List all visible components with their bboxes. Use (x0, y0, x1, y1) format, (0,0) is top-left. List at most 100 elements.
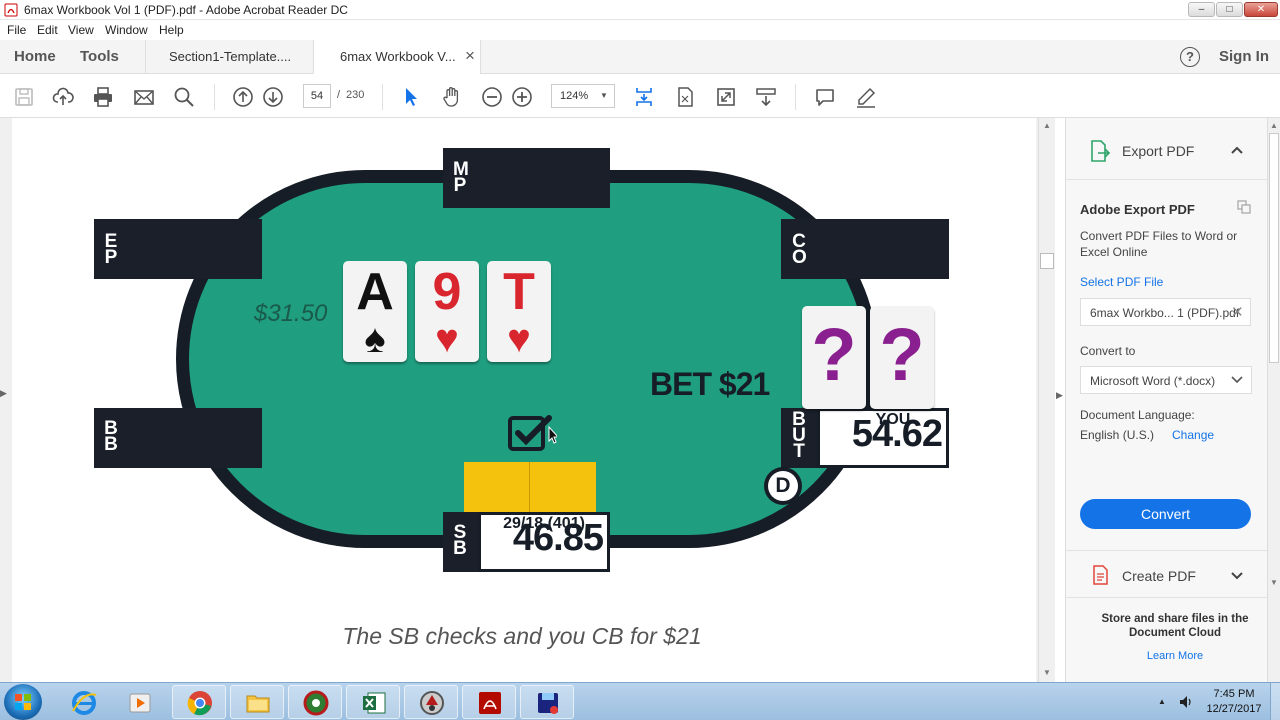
clock[interactable]: 7:45 PM 12/27/2017 (1200, 687, 1268, 717)
comment-icon[interactable] (814, 86, 836, 108)
save-app-icon (538, 693, 558, 714)
seat-bb-letter: B (104, 434, 118, 455)
tab-home[interactable]: Home (14, 48, 56, 65)
excel-icon (363, 692, 386, 714)
create-pdf-header[interactable]: Create PDF (1066, 550, 1268, 598)
menu-help[interactable]: Help (159, 23, 184, 37)
adobe-export-heading: Adobe Export PDF (1080, 202, 1195, 217)
create-pdf-title: Create PDF (1122, 568, 1196, 584)
scroll-mode-icon[interactable] (633, 86, 655, 108)
seat-but: B U T YOU 54.62 (781, 408, 949, 468)
taskbar-poker-client[interactable] (404, 685, 458, 719)
chevron-down-icon[interactable] (1230, 571, 1244, 581)
page-number-input[interactable]: 54 (303, 84, 331, 108)
zoom-in-icon[interactable] (511, 86, 533, 108)
tab-document-section1[interactable]: Section1-Template.... (145, 40, 313, 74)
chevron-up-icon[interactable] (1230, 145, 1244, 155)
seat-sb-letter: B (453, 538, 467, 559)
change-language-link[interactable]: Change (1172, 428, 1214, 442)
taskbar-media[interactable] (112, 685, 166, 719)
sb-stack: 46.85 (512, 517, 604, 559)
menu-window[interactable]: Window (105, 23, 148, 37)
search-icon[interactable] (173, 86, 195, 108)
scroll-up-icon[interactable]: ▲ (1043, 121, 1051, 130)
menu-bar: File Edit View Window Help (0, 20, 1280, 40)
clock-time: 7:45 PM (1213, 688, 1255, 700)
taskbar-excel[interactable] (346, 685, 400, 719)
hand-icon[interactable] (441, 86, 463, 108)
format-select[interactable]: Microsoft Word (*.docx) (1080, 366, 1252, 394)
zoom-select[interactable]: 124% ▼ (551, 84, 615, 108)
taskbar-ie[interactable] (56, 685, 110, 719)
chevron-down-icon: ▼ (600, 91, 608, 100)
tab-close-icon[interactable]: × (465, 46, 475, 66)
print-icon[interactable] (92, 86, 114, 108)
right-panel-toggle-icon[interactable]: ▶ (1056, 390, 1063, 401)
help-icon[interactable]: ? (1180, 47, 1200, 67)
document-language-label: Document Language: (1080, 408, 1195, 422)
volume-icon[interactable] (1178, 694, 1194, 710)
select-icon[interactable] (400, 86, 422, 108)
menu-edit[interactable]: Edit (37, 23, 58, 37)
document-scrollbar[interactable]: ▲ ▼ (1038, 118, 1055, 682)
toolbar-separator (795, 84, 796, 110)
scroll-down-icon[interactable]: ▼ (1043, 668, 1051, 677)
seat-but-letter: T (793, 441, 805, 462)
close-button[interactable]: ✕ (1244, 2, 1278, 17)
chrome-icon (187, 691, 212, 716)
seat-bb: B B (94, 408, 262, 468)
sb-stack-box: 29/18 (401) 46.85 (478, 512, 610, 572)
start-button[interactable] (4, 684, 42, 720)
upload-icon[interactable] (52, 86, 74, 108)
export-pdf-header[interactable]: Export PDF (1066, 118, 1268, 180)
menu-view[interactable]: View (68, 23, 94, 37)
maximize-button[interactable]: □ (1216, 2, 1243, 17)
save-icon[interactable] (13, 86, 35, 108)
learn-more-link[interactable]: Learn More (1090, 650, 1260, 662)
tools-pane-scrollbar[interactable]: ▲ ▼ (1267, 118, 1280, 682)
read-mode-icon[interactable] (755, 86, 777, 108)
seat-sb: S B 29/18 (401) 46.85 (443, 512, 610, 572)
full-screen-icon[interactable] (715, 86, 737, 108)
scroll-up-icon[interactable]: ▲ (1270, 121, 1278, 130)
export-pdf-title: Export PDF (1122, 143, 1195, 159)
acrobat-app-icon (4, 3, 18, 17)
clear-icon[interactable]: ✕ (1231, 303, 1244, 321)
scroll-down-icon[interactable]: ▼ (1270, 578, 1278, 587)
board-card: T ♥ (487, 261, 551, 362)
seat-mp-letter: P (453, 175, 467, 196)
show-desktop-button[interactable] (1270, 683, 1280, 720)
taskbar-chrome[interactable] (172, 685, 226, 719)
page-down-icon[interactable] (262, 86, 284, 108)
tray-expand-icon[interactable]: ▲ (1158, 697, 1166, 706)
page-up-icon[interactable] (232, 86, 254, 108)
selected-file-field[interactable]: 6max Workbo... 1 (PDF).pdf ✕ (1080, 298, 1251, 326)
left-panel-toggle-icon[interactable]: ▶ (0, 388, 10, 408)
sign-in-link[interactable]: Sign In (1219, 48, 1269, 65)
window-title: 6max Workbook Vol 1 (PDF).pdf - Adobe Ac… (24, 3, 348, 17)
media-player-icon (129, 693, 151, 713)
highlight-icon[interactable] (855, 86, 877, 108)
minimize-button[interactable]: – (1188, 2, 1215, 17)
taskbar-explorer[interactable] (230, 685, 284, 719)
convert-button[interactable]: Convert (1080, 499, 1251, 529)
document-cloud-text: Store and share files in the Document Cl… (1101, 613, 1249, 639)
tab-tools[interactable]: Tools (80, 48, 119, 65)
menu-file[interactable]: File (7, 23, 26, 37)
taskbar-acrobat[interactable] (462, 685, 516, 719)
convert-description: Convert PDF Files to Word or Excel Onlin… (1080, 229, 1238, 259)
mail-icon[interactable] (133, 86, 155, 108)
zoom-out-icon[interactable] (481, 86, 503, 108)
scroll-thumb[interactable] (1269, 133, 1279, 363)
fit-page-icon[interactable] (674, 86, 696, 108)
taskbar-app[interactable] (520, 685, 574, 719)
document-viewport[interactable]: ▶ M P E P C O B B B U T YOU 54.62 S B 29… (0, 118, 1055, 682)
page-total: 230 (346, 89, 365, 101)
taskbar-poker-tracker[interactable] (288, 685, 342, 719)
scroll-thumb[interactable] (1040, 253, 1054, 269)
card-unknown: ? (811, 313, 857, 396)
format-value: Microsoft Word (*.docx) (1090, 374, 1216, 388)
tab-document-workbook[interactable]: 6max Workbook V... × (313, 40, 481, 75)
heart-icon: ♥ (435, 317, 459, 361)
copy-icon[interactable] (1237, 200, 1251, 214)
